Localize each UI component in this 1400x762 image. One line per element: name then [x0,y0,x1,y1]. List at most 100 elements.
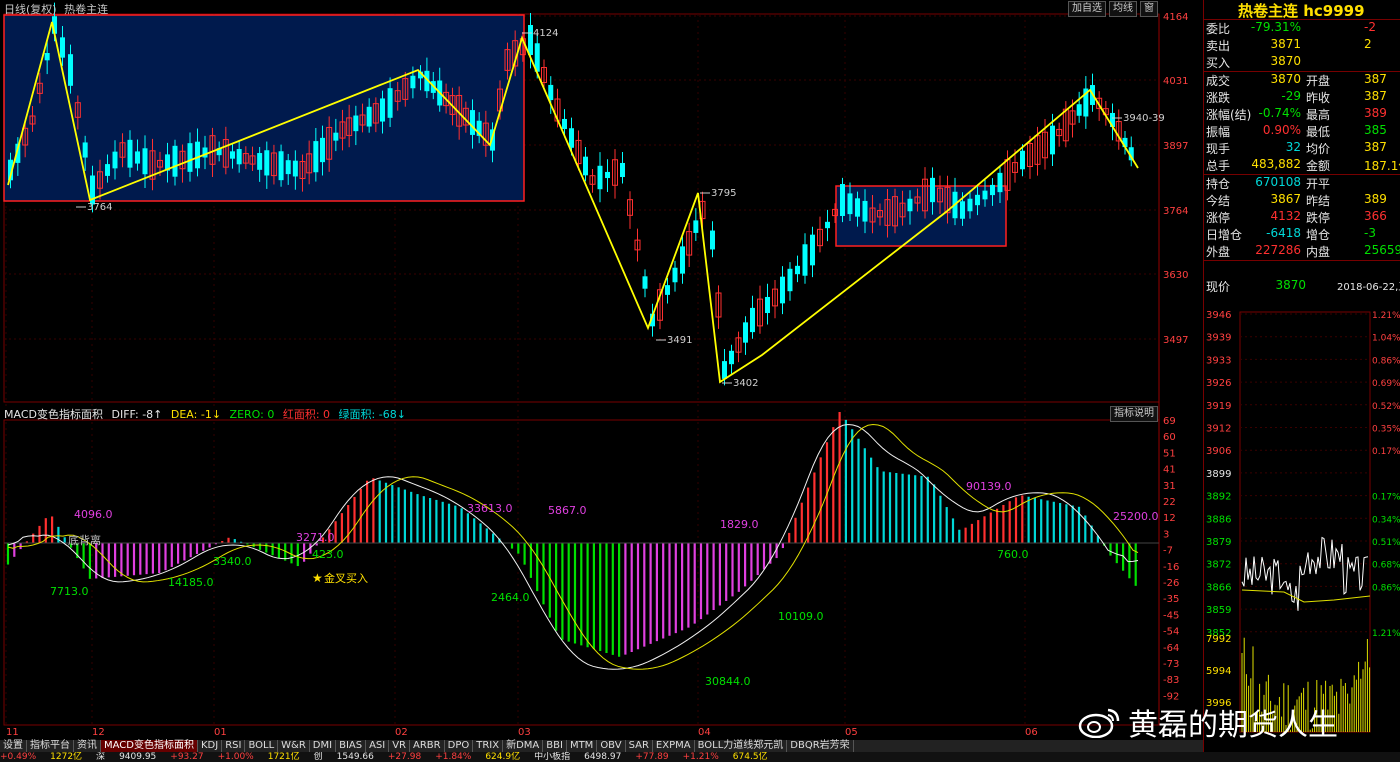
quote-value-2: 385 [1364,123,1387,137]
tab-8[interactable]: DMI [310,740,337,752]
macd-tick-label: 22 [1163,497,1176,508]
tab-0[interactable]: 设置 [0,740,27,752]
candle-down [750,307,755,333]
quote-separator [1204,19,1400,20]
tab-21[interactable]: BOLL力道线郑元凯 [695,740,788,752]
quote-row: 现手 32 均价 387 [1204,140,1400,157]
quote-value-2: -2 [1364,20,1376,34]
quote-row: 卖出 3871 2 [1204,37,1400,54]
candle-down [930,177,935,203]
candle-down [680,246,685,274]
intraday-price-label: 3866 [1206,582,1231,593]
status-item: 中小板指 [534,752,571,762]
price-tick-label: 3764 [1163,206,1188,217]
intraday-chart[interactable]: 3946 1.21% 3939 1.04% 3933 0.86% 3926 0.69% 3919… [1204,300,1400,740]
quote-row: 买入 3870 [1204,54,1400,71]
contract-name: 热卷主连 [64,3,109,16]
golden-cross-label: 金叉买入 [324,571,368,585]
tab-2[interactable]: 资讯 [74,740,101,752]
volume-axis-label: 5994 [1206,666,1231,677]
kline-chart-area[interactable]: 4164 4031 3897 3764 3630 3497 69 60 51 41 31 22 12 3 -… [0,0,1200,740]
quote-value: 32 [1285,140,1301,154]
month-label: 05 [845,727,858,738]
macd-area-label: 423.0 [312,548,344,561]
candle-down [236,149,242,165]
candle-down [795,265,800,275]
tab-11[interactable]: VR [389,740,411,752]
price-annotation: 3940-39 [1123,113,1165,124]
tab-3[interactable]: MACD变色指标面积 [101,740,198,752]
tab-22[interactable]: DBQR岩芳荣 [787,740,854,752]
quote-label: 涨幅(结) [1206,108,1252,122]
tab-10[interactable]: ASI [366,740,390,752]
macd-tick-label: 12 [1163,513,1176,524]
macd-tick-label: 60 [1163,432,1176,443]
status-item: 创 [313,752,323,762]
candle-down [810,234,815,266]
tab-15[interactable]: 新DMA [503,740,544,752]
status-item: +1.84% [435,752,472,762]
intraday-pct-label: 1.21% [1372,629,1400,639]
quote-label: 现手 [1206,142,1231,156]
macd-tick-label: -83 [1163,675,1179,686]
price-annotation: 3764 [87,202,112,213]
tab-14[interactable]: TRIX [473,740,504,752]
candle-down [967,198,973,212]
tab-7[interactable]: W&R [278,740,310,752]
candle-down [765,296,770,314]
quote-row: 振幅 0.90% 最低 385 [1204,123,1400,140]
macd-tick-label: -54 [1163,627,1179,638]
add-favorite-button[interactable]: 加自选 [1068,1,1106,17]
candle-down [127,139,133,168]
intraday-pct-label: 0.69% [1372,379,1400,389]
indicator-name: MACD变色指标面积 [4,408,103,421]
intraday-pct-label: 0.86% [1372,356,1400,366]
candle-down [320,137,325,163]
status-item: 1549.66 [336,752,374,762]
candle-down [142,148,148,175]
quote-label-2: 开平 [1306,177,1331,191]
candle-down [366,106,372,127]
candle-down [135,151,140,164]
quote-value: 483,882 [1251,157,1301,171]
window-button[interactable]: 窗 [1140,1,1158,17]
candle-down [60,37,65,58]
tab-17[interactable]: MTM [567,740,598,752]
status-item: 1721亿 [267,752,300,762]
quote-value: 3871 [1270,37,1301,51]
macd-tick-label: -73 [1163,659,1179,670]
price-annotation: 3402 [733,378,758,389]
range-box-right [835,185,1007,247]
macd-area-label: 1829.0 [720,518,759,531]
intraday-pct-label: 0.86% [1372,583,1400,593]
status-item: 1272亿 [50,752,83,762]
quote-label: 今结 [1206,194,1231,208]
tab-5[interactable]: RSI [222,740,246,752]
moving-average-button[interactable]: 均线 [1109,1,1137,17]
indicator-help-button[interactable]: 指标说明 [1110,406,1158,422]
macd-area-label: 7713.0 [50,585,89,598]
candle-down [743,322,748,343]
quote-value-2: -3 [1364,226,1376,240]
intraday-price-label: 3879 [1206,537,1231,548]
quote-label: 涨跌 [1206,91,1231,105]
tab-16[interactable]: BBI [543,740,567,752]
tab-13[interactable]: DPO [445,740,474,752]
status-item: 深 [96,752,106,762]
star-icon: ★ [312,571,323,585]
tab-20[interactable]: EXPMA [653,740,695,752]
tab-18[interactable]: OBV [597,740,626,752]
tab-4[interactable]: KDJ [198,740,223,752]
macd-tick-label: 41 [1163,465,1176,476]
intraday-price-label: 3919 [1206,401,1231,412]
chart-canvas[interactable]: 4164 4031 3897 3764 3630 3497 69 60 51 41 31 22 12 3 -… [0,0,1200,740]
tab-12[interactable]: ARBR [410,740,445,752]
tab-6[interactable]: BOLL [245,740,279,752]
price-annotation: 4124 [533,28,558,39]
macd-tick-label: 69 [1163,416,1176,427]
tab-1[interactable]: 指标平台 [27,740,74,752]
tab-9[interactable]: BIAS [336,740,367,752]
tab-19[interactable]: SAR [626,740,653,752]
quote-row: 外盘 227286 内盘 25659 [1204,243,1400,260]
macd-area-label: 760.0 [997,548,1029,561]
